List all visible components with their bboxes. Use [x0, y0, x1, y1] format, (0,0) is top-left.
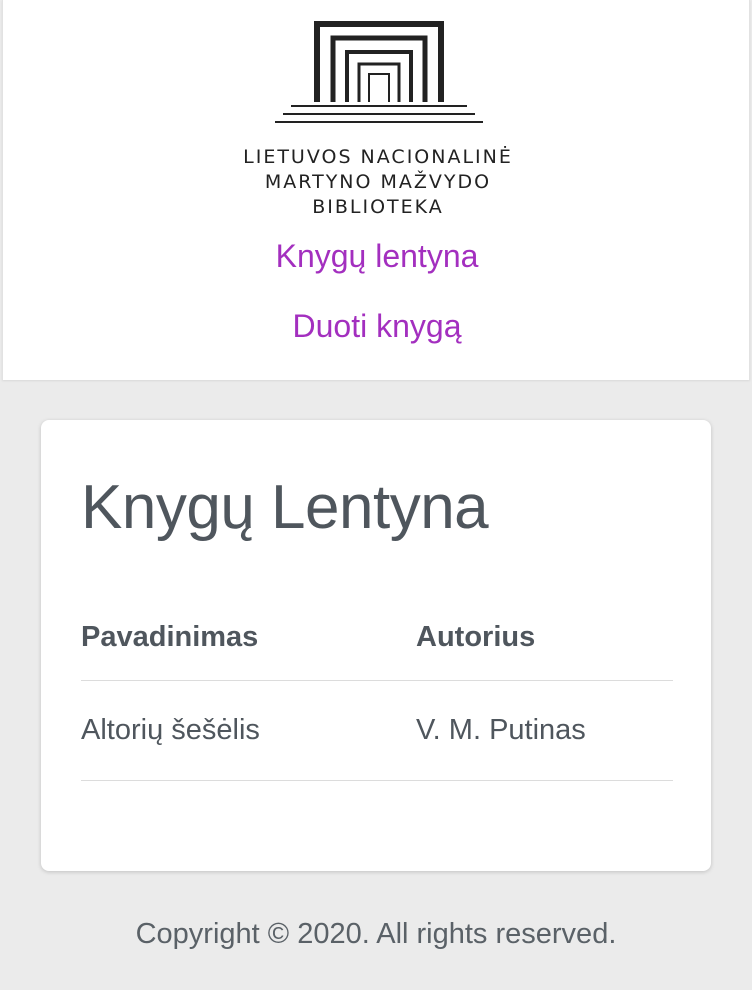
book-author-cell: V. M. Putinas — [416, 680, 673, 781]
books-table: Pavadinimas Autorius Altorių šešėlis V. … — [81, 595, 673, 781]
logo-text-line-1: LIETUVOS NACIONALINĖ — [243, 146, 513, 168]
table-row: Altorių šešėlis V. M. Putinas — [81, 680, 673, 781]
page-title: Knygų Lentyna — [81, 473, 489, 542]
book-shelf-card: Knygų Lentyna Pavadinimas Autorius Altor… — [41, 420, 711, 871]
table-header-row: Pavadinimas Autorius — [81, 595, 673, 681]
footer-copyright: Copyright © 2020. All rights reserved. — [135, 918, 617, 950]
logo-text-line-2: MARTYNO MAŽVYDO — [264, 171, 492, 193]
book-title-cell: Altorių šešėlis — [81, 680, 416, 781]
column-header-title: Pavadinimas — [81, 595, 416, 681]
site-header: LIETUVOS NACIONALINĖ MARTYNO MAŽVYDO BIB… — [2, 0, 750, 380]
library-logo[interactable]: LIETUVOS NACIONALINĖ MARTYNO MAŽVYDO BIB… — [233, 18, 523, 218]
logo-text-line-3: BIBLIOTEKA — [312, 196, 444, 218]
library-building-logo-icon — [275, 21, 483, 123]
nav-link-give-book[interactable]: Duoti knygą — [3, 308, 751, 345]
nav-link-book-shelf[interactable]: Knygų lentyna — [3, 238, 751, 275]
column-header-author: Autorius — [416, 595, 673, 681]
